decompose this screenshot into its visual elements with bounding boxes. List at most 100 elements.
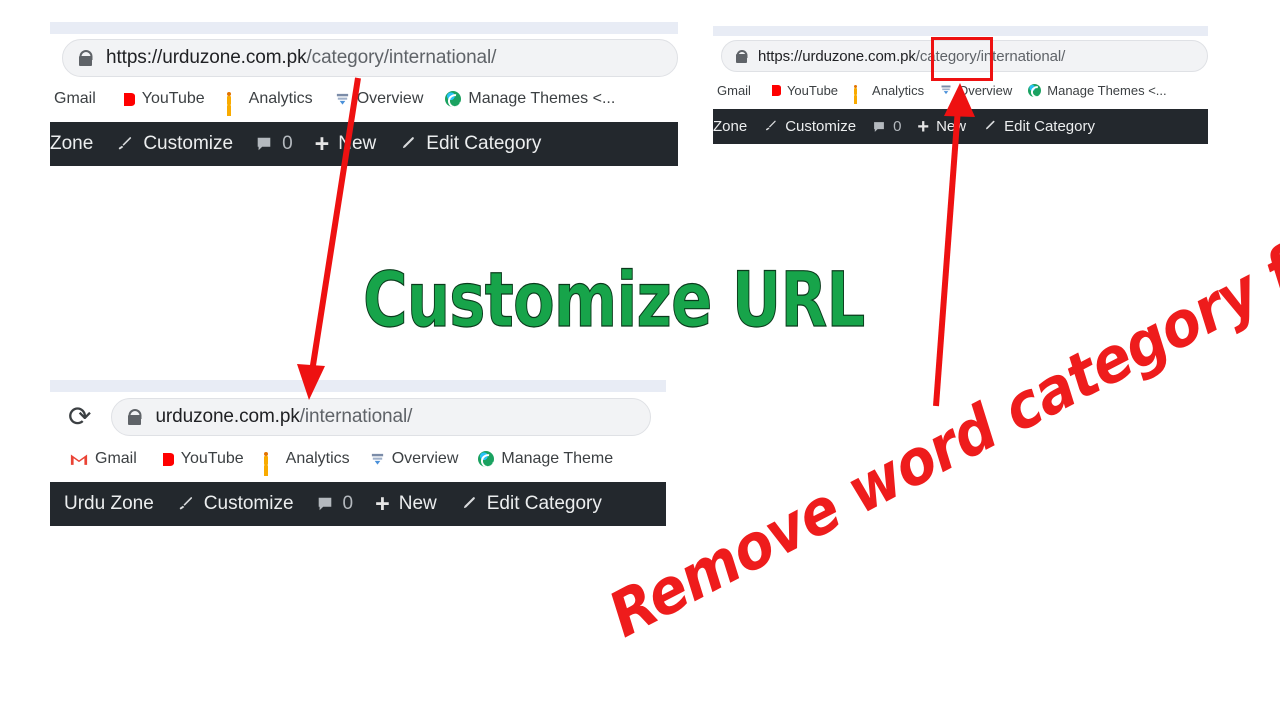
manage-themes-icon — [445, 91, 462, 107]
address-bar-url: https://urduzone.com.pk/category/interna… — [758, 48, 1065, 65]
address-bar[interactable]: urduzone.com.pk/international/ — [111, 398, 652, 436]
plus-icon: + — [314, 129, 330, 158]
lock-icon — [79, 50, 92, 66]
category-highlight-box — [931, 37, 993, 81]
admin-bar-label: Customize — [785, 118, 857, 135]
youtube-icon — [766, 81, 781, 104]
admin-bar-edit-category[interactable]: Edit Category — [982, 118, 1095, 135]
overview-icon — [940, 84, 952, 96]
bookmark-gmail[interactable]: Gmail — [70, 450, 137, 468]
address-bar-url: https://urduzone.com.pk/category/interna… — [106, 47, 496, 69]
bookmark-label: Gmail — [717, 82, 751, 98]
url-path: /category/international/ — [306, 47, 497, 68]
admin-bar-label: Zone — [713, 118, 748, 135]
manage-themes-icon — [1028, 83, 1042, 97]
bookmark-analytics[interactable]: Analytics — [263, 450, 350, 476]
admin-bar-label: Zone — [50, 133, 94, 154]
bookmark-manage-themes[interactable]: Manage Theme — [478, 450, 613, 468]
overview-icon — [370, 452, 385, 467]
bookmark-overview[interactable]: Overview — [370, 450, 458, 468]
admin-bar-label: Edit Category — [426, 133, 542, 154]
admin-bar-customize[interactable]: Customize — [763, 118, 856, 135]
bookmarks-bar: Gmail YouTube Analytics Overview Manage … — [50, 442, 666, 476]
pencil-icon — [982, 119, 997, 134]
admin-bar-new[interactable]: + New — [314, 129, 377, 158]
bookmark-analytics[interactable]: Analytics — [854, 82, 925, 104]
url-domain: urduzone.com.pk — [155, 406, 300, 427]
omnibox-row: https://urduzone.com.pk/category/interna… — [50, 34, 678, 82]
gmail-icon — [70, 452, 88, 466]
bookmark-gmail[interactable]: Gmail — [54, 90, 96, 108]
bookmark-label: Gmail — [95, 450, 137, 467]
browser-panel-after-bottom-left: ⟳ urduzone.com.pk/international/ Gmail Y… — [50, 380, 666, 526]
admin-bar-customize[interactable]: Customize — [115, 133, 233, 155]
pencil-icon — [459, 495, 478, 514]
browser-panel-before-top-left: https://urduzone.com.pk/category/interna… — [50, 22, 678, 166]
admin-bar-site-name[interactable]: Urdu Zone — [64, 493, 154, 515]
bookmark-youtube[interactable]: YouTube — [117, 89, 205, 113]
wp-admin-bar: Zone Customize 0 + New Edit Category — [713, 109, 1208, 144]
tab-strip — [50, 22, 678, 34]
admin-bar-comments[interactable]: 0 — [872, 118, 901, 135]
bookmark-overview[interactable]: Overview — [335, 90, 424, 108]
bookmark-label: Manage Themes <... — [468, 90, 616, 107]
bookmark-label: Manage Theme — [501, 450, 614, 467]
url-domain: https://urduzone.com.pk — [106, 47, 307, 68]
comment-icon — [872, 120, 886, 134]
bookmark-youtube[interactable]: YouTube — [156, 449, 244, 473]
admin-bar-comments[interactable]: 0 — [316, 493, 354, 515]
admin-bar-customize[interactable]: Customize — [176, 493, 294, 515]
omnibox-row: ⟳ urduzone.com.pk/international/ — [50, 392, 666, 442]
admin-bar-site-name[interactable]: Zone — [50, 133, 93, 155]
plus-icon: + — [917, 115, 930, 138]
comment-icon — [316, 495, 334, 513]
admin-bar-edit-category[interactable]: Edit Category — [398, 133, 541, 155]
bookmark-youtube[interactable]: YouTube — [766, 81, 839, 104]
address-bar[interactable]: https://urduzone.com.pk/category/interna… — [62, 39, 678, 77]
admin-bar-comment-count: 0 — [893, 118, 902, 135]
admin-bar-label: Customize — [203, 493, 294, 514]
reload-icon[interactable]: ⟳ — [68, 403, 91, 431]
url-path: /international/ — [299, 406, 413, 427]
bookmark-label: Analytics — [872, 82, 925, 98]
bookmark-label: YouTube — [786, 82, 839, 98]
admin-bar-edit-category[interactable]: Edit Category — [459, 493, 602, 515]
bookmark-label: Overview — [958, 82, 1013, 98]
tab-strip — [50, 380, 666, 392]
bookmark-label: Overview — [356, 90, 424, 107]
pencil-icon — [398, 135, 417, 154]
comment-icon — [255, 135, 273, 153]
manage-themes-icon — [478, 451, 495, 467]
bookmarks-bar: Gmail YouTube Analytics Overview Manage … — [50, 82, 678, 116]
plus-icon: + — [375, 489, 390, 518]
lock-icon — [736, 49, 747, 63]
bookmark-label: Analytics — [248, 90, 313, 107]
youtube-icon — [117, 89, 135, 113]
admin-bar-label: Edit Category — [1004, 118, 1095, 135]
bookmark-gmail[interactable]: Gmail — [717, 83, 751, 98]
tab-strip — [713, 26, 1208, 36]
annotation-remove-category: Remove word category from URL — [597, 111, 1280, 652]
bookmark-manage-themes[interactable]: Manage Themes <... — [445, 90, 615, 108]
bookmark-label: Analytics — [285, 450, 350, 467]
analytics-icon — [226, 92, 242, 116]
bookmark-label: YouTube — [141, 90, 205, 107]
admin-bar-comment-count: 0 — [282, 133, 293, 154]
admin-bar-new[interactable]: + New — [917, 117, 966, 137]
admin-bar-label: New — [398, 493, 437, 514]
admin-bar-new[interactable]: + New — [375, 489, 437, 518]
admin-bar-label: New — [936, 118, 967, 135]
address-bar-url: urduzone.com.pk/international/ — [155, 406, 412, 428]
bookmark-manage-themes[interactable]: Manage Themes <... — [1028, 83, 1167, 98]
bookmark-analytics[interactable]: Analytics — [226, 90, 313, 116]
bookmark-overview[interactable]: Overview — [940, 83, 1012, 98]
bookmark-label: YouTube — [180, 450, 244, 467]
admin-bar-label: Urdu Zone — [64, 493, 154, 514]
admin-bar-comment-count: 0 — [342, 493, 354, 514]
url-domain: https://urduzone.com.pk — [758, 47, 916, 65]
admin-bar-site-name[interactable]: Zone — [713, 118, 747, 135]
wp-admin-bar: Urdu Zone Customize 0 + New Edit Categor… — [50, 482, 666, 526]
analytics-icon — [263, 452, 279, 476]
analytics-icon — [854, 84, 866, 104]
admin-bar-comments[interactable]: 0 — [255, 133, 293, 155]
